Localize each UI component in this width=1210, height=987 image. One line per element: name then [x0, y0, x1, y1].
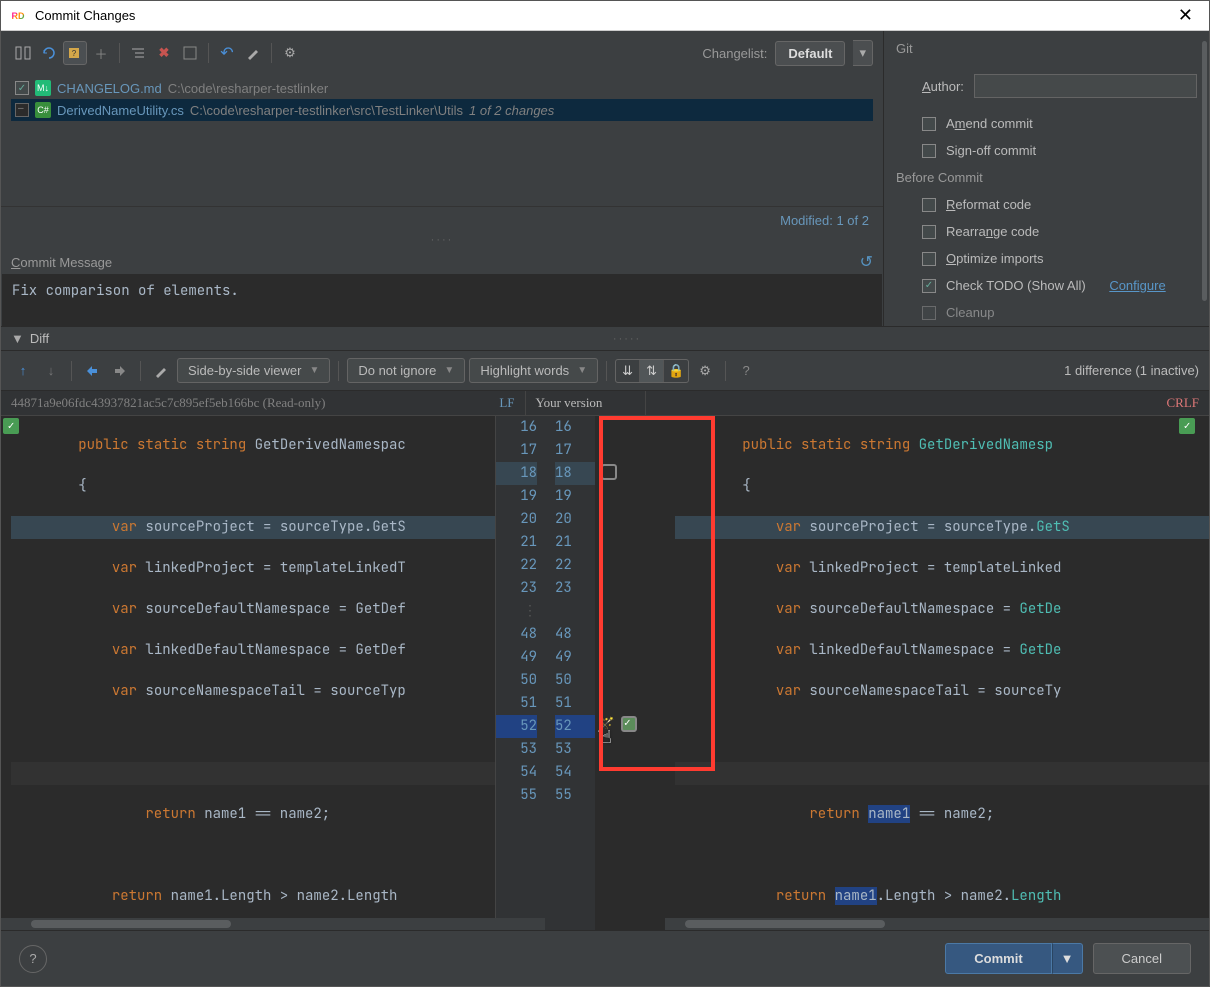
file-row[interactable]: – C# DerivedNameUtility.cs C:\code\resha…: [11, 99, 873, 121]
author-label: Author:: [922, 79, 964, 94]
before-commit-header: Before Commit: [896, 170, 1197, 185]
chevron-down-icon[interactable]: ▾: [853, 40, 873, 66]
titlebar: RD Commit Changes ✕: [1, 1, 1209, 31]
jump-target-icon[interactable]: [108, 359, 132, 383]
analysis-ok-icon: ✓: [3, 418, 19, 434]
jump-source-icon[interactable]: [80, 359, 104, 383]
cursor-icon: ☝: [601, 726, 612, 749]
lock-icon[interactable]: 🔒: [664, 360, 688, 382]
left-code: public static string GetDerivedNamespac …: [1, 416, 495, 930]
commit-toolbar: ? ＋ ✖ ↶ ⚙ Changelist: Default ▾: [1, 31, 883, 75]
diff-controls: 🪄 ☝: [595, 416, 665, 930]
undo-icon[interactable]: ↶: [215, 41, 239, 65]
commit-message-label: Commit Message: [11, 255, 112, 270]
file-row[interactable]: M↓ CHANGELOG.md C:\code\resharper-testli…: [11, 77, 873, 99]
left-gutter: 1617181920212223⋮4849505152535455: [495, 416, 545, 930]
layout-toggle-group[interactable]: ⇊ ⇅ 🔒: [615, 359, 689, 383]
diff-area: ✓ public static string GetDerivedNamespa…: [1, 416, 1209, 930]
scrollbar-h[interactable]: [1, 918, 545, 930]
commit-button-group: Commit ▼: [945, 943, 1082, 974]
group-icon[interactable]: [126, 41, 150, 65]
refresh-icon[interactable]: [37, 41, 61, 65]
diff-icon[interactable]: [11, 41, 35, 65]
md-file-icon: M↓: [35, 80, 51, 96]
edit-diff-icon[interactable]: [149, 359, 173, 383]
signoff-checkbox[interactable]: [922, 144, 936, 158]
include-chunk-checkbox[interactable]: [601, 464, 617, 480]
right-encoding: CRLF: [1149, 391, 1209, 415]
ignore-dropdown[interactable]: Do not ignore▼: [347, 358, 465, 383]
history-icon[interactable]: ↺: [860, 252, 873, 272]
file-path: C:\code\resharper-testlinker\src\TestLin…: [190, 103, 463, 118]
commit-button[interactable]: Commit: [945, 943, 1051, 974]
include-chunk-checkbox[interactable]: [621, 716, 637, 732]
git-options-panel: Git Author: Amend commit Sign-off commit…: [884, 31, 1209, 326]
app-icon: RD: [9, 7, 27, 25]
right-gutter: 1617181920212223 4849505152535455: [545, 416, 595, 930]
gear-icon[interactable]: ⚙: [693, 359, 717, 383]
optimize-checkbox[interactable]: [922, 252, 936, 266]
file-checkbox[interactable]: [15, 81, 29, 95]
amend-checkbox[interactable]: [922, 117, 936, 131]
todo-checkbox[interactable]: [922, 279, 936, 293]
highlight-dropdown[interactable]: Highlight words▼: [469, 358, 598, 383]
diff-toolbar: ↑ ↓ Side-by-side viewer▼ Do not ignore▼ …: [1, 351, 1209, 391]
delete-icon[interactable]: ✖: [152, 41, 176, 65]
sync-scroll-icon[interactable]: ⇅: [640, 360, 664, 382]
optimize-label: Optimize imports: [946, 251, 1044, 266]
diff-label: Diff: [30, 331, 49, 346]
right-code[interactable]: public static string GetDerivedNamesp { …: [665, 416, 1209, 930]
author-input[interactable]: [974, 74, 1197, 98]
commit-dropdown-icon[interactable]: ▼: [1052, 943, 1083, 974]
commit-message-input[interactable]: [2, 274, 882, 326]
close-icon[interactable]: ✕: [1170, 5, 1201, 26]
cs-file-icon: C#: [35, 102, 51, 118]
cancel-button[interactable]: Cancel: [1093, 943, 1191, 974]
analysis-ok-icon: ✓: [1179, 418, 1195, 434]
scrollbar[interactable]: [1202, 41, 1207, 301]
cleanup-checkbox[interactable]: [922, 306, 936, 320]
gear-icon[interactable]: ⚙: [278, 41, 302, 65]
file-name: CHANGELOG.md: [57, 81, 162, 96]
file-checkbox[interactable]: –: [15, 103, 29, 117]
amend-label: Amend commit: [946, 116, 1033, 131]
scrollbar-h[interactable]: [665, 918, 1209, 930]
reformat-checkbox[interactable]: [922, 198, 936, 212]
signoff-label: Sign-off commit: [946, 143, 1036, 158]
cleanup-label: Cleanup: [946, 305, 994, 320]
reformat-label: Reformat code: [946, 197, 1031, 212]
rearrange-label: Rearrange code: [946, 224, 1039, 239]
next-diff-icon[interactable]: ↓: [39, 359, 63, 383]
svg-text:?: ?: [72, 49, 77, 58]
todo-label: Check TODO (Show All): [946, 278, 1086, 293]
file-changes: 1 of 2 changes: [469, 103, 554, 118]
collapse-unchanged-icon[interactable]: ⇊: [616, 360, 640, 382]
file-path: C:\code\resharper-testlinker: [168, 81, 328, 96]
viewer-mode-dropdown[interactable]: Side-by-side viewer▼: [177, 358, 330, 383]
configure-link[interactable]: Configure: [1109, 278, 1165, 293]
file-name: DerivedNameUtility.cs: [57, 103, 184, 118]
right-revision-header: Your version: [526, 391, 646, 415]
rearrange-checkbox[interactable]: [922, 225, 936, 239]
add-icon[interactable]: ＋: [89, 41, 113, 65]
prev-diff-icon[interactable]: ↑: [11, 359, 35, 383]
edit-icon[interactable]: [241, 41, 265, 65]
left-encoding: LF: [499, 395, 514, 411]
changelist-label: Changelist:: [702, 46, 767, 61]
modified-summary: Modified: 1 of 2: [1, 206, 883, 234]
changelist-icon[interactable]: ?: [63, 41, 87, 65]
help-icon[interactable]: ?: [734, 359, 758, 383]
git-title: Git: [896, 41, 1197, 56]
window-title: Commit Changes: [35, 8, 135, 23]
changelist-dropdown[interactable]: Default: [775, 41, 845, 66]
diff-count: 1 difference (1 inactive): [1064, 363, 1199, 378]
left-revision-header: 44871a9e06fdc43937821ac5c7c895ef5eb166bc…: [1, 391, 526, 415]
copy-icon[interactable]: [178, 41, 202, 65]
help-button[interactable]: ?: [19, 945, 47, 973]
diff-collapse-icon[interactable]: ▼: [11, 331, 24, 346]
file-list: M↓ CHANGELOG.md C:\code\resharper-testli…: [1, 75, 883, 206]
dialog-footer: ? Commit ▼ Cancel: [1, 930, 1209, 986]
